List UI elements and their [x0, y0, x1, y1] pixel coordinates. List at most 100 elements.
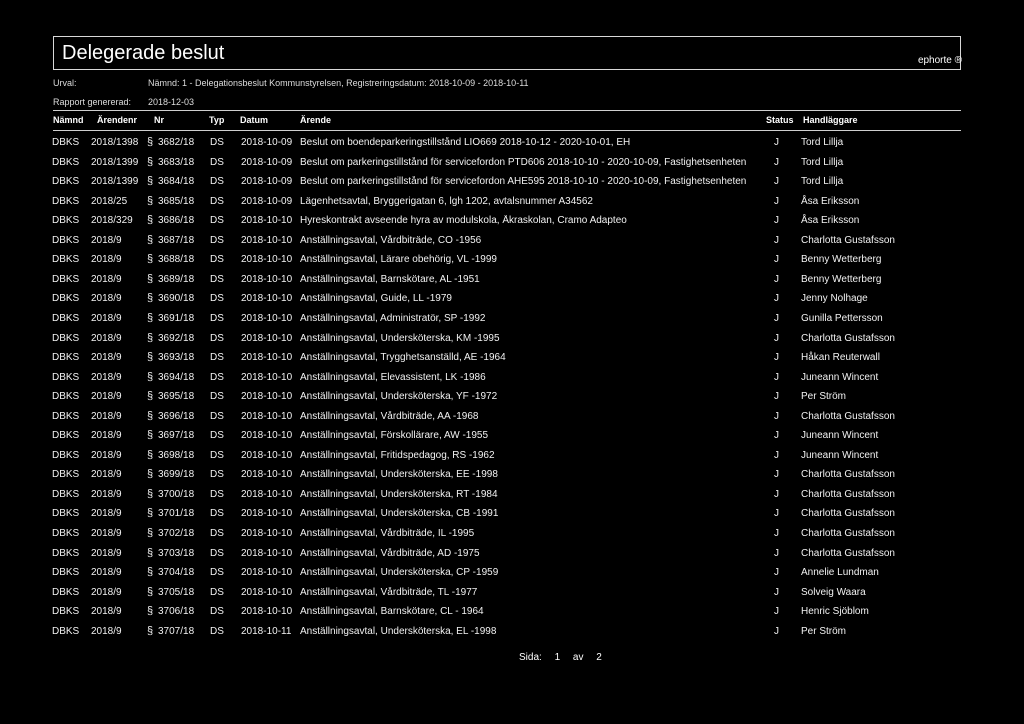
cell-arendenr: 2018/9 [91, 586, 122, 598]
cell-arende: Beslut om parkeringstillstånd för servic… [300, 156, 747, 168]
cell-typ: DS [210, 449, 224, 461]
cell-namnd: DBKS [52, 391, 80, 403]
cell-datum: 2018-10-10 [241, 508, 293, 520]
cell-namnd: DBKS [52, 234, 80, 246]
cell-arende: Anställningsavtal, Undersköterska, YF -1… [300, 391, 498, 403]
cell-handlaggare: Benny Wetterberg [801, 273, 882, 285]
cell-nr: 3685/18 [158, 195, 195, 207]
cell-namnd: DBKS [52, 273, 80, 285]
section-symbol: § [147, 546, 154, 559]
table-row: DBKS 2018/9 § 3707/18 DS 2018-10-11 Anställnin… [0, 625, 1024, 642]
cell-typ: DS [210, 352, 224, 364]
cell-status: J [774, 469, 779, 481]
column-header-arende: Ärende [300, 115, 332, 125]
cell-typ: DS [210, 254, 224, 266]
cell-nr: 3693/18 [158, 352, 195, 364]
cell-handlaggare: Henric Sjöblom [801, 606, 869, 618]
cell-status: J [774, 352, 779, 364]
cell-arende: Anställningsavtal, Vårdbiträde, CO -1956 [300, 234, 482, 246]
cell-nr: 3682/18 [158, 137, 195, 148]
cell-arendenr: 2018/9 [91, 312, 122, 324]
cell-arende: Anställningsavtal, Lärare obehörig, VL -… [300, 254, 497, 266]
cell-typ: DS [210, 547, 224, 559]
cell-typ: DS [210, 195, 224, 207]
cell-status: J [774, 234, 779, 246]
table-row: DBKS 2018/9 § 3689/18 DS 2018-10-10 Anställnin… [0, 272, 1024, 290]
table-row: DBKS 2018/9 § 3694/18 DS 2018-10-10 Anställnin… [0, 371, 1024, 388]
table-row: DBKS 2018/9 § 3696/18 DS 2018-10-10 Anställnin… [0, 410, 1024, 427]
cell-namnd: DBKS [52, 410, 80, 422]
table-row: DBKS 2018/9 § 3701/18 DS 2018-10-10 Anställnin… [0, 507, 1024, 524]
section-symbol: § [147, 272, 154, 285]
cell-handlaggare: Charlotta Gustafsson [801, 410, 895, 422]
cell-arendenr: 2018/1399 [91, 156, 139, 168]
section-symbol: § [147, 136, 154, 148]
table-row: DBKS 2018/9 § 3704/18 DS 2018-10-10 Anställnin… [0, 566, 1024, 583]
cell-arende: Anställningsavtal, Vårdbiträde, AA -1968 [300, 410, 479, 422]
cell-typ: DS [210, 508, 224, 520]
section-symbol: § [147, 331, 154, 344]
cell-nr: 3688/18 [158, 254, 195, 266]
cell-namnd: DBKS [52, 176, 80, 188]
table-row: DBKS 2018/9 § 3700/18 DS 2018-10-10 Anställnin… [0, 488, 1024, 505]
cell-status: J [774, 391, 779, 403]
cell-datum: 2018-10-10 [241, 586, 293, 598]
cell-handlaggare: Charlotta Gustafsson [801, 508, 895, 520]
cell-arendenr: 2018/9 [91, 567, 122, 579]
cell-namnd: DBKS [52, 430, 80, 442]
section-symbol: § [147, 194, 154, 207]
cell-datum: 2018-10-10 [241, 273, 293, 285]
cell-nr: 3706/18 [158, 606, 195, 618]
cell-nr: 3694/18 [158, 371, 195, 383]
table-row: DBKS 2018/1398 § 3682/18 DS 2018-10-09 Beslut … [0, 136, 1024, 153]
cell-arendenr: 2018/1398 [91, 137, 139, 148]
cell-handlaggare: Solveig Waara [801, 586, 866, 598]
cell-datum: 2018-10-10 [241, 371, 293, 383]
cell-datum: 2018-10-09 [241, 176, 293, 188]
cell-nr: 3687/18 [158, 234, 195, 246]
cell-typ: DS [210, 606, 224, 618]
cell-handlaggare: Jenny Nolhage [801, 293, 868, 305]
cell-nr: 3704/18 [158, 567, 195, 579]
section-symbol: § [147, 292, 154, 305]
generated-value: 2018-12-03 [148, 97, 195, 107]
cell-datum: 2018-10-10 [241, 567, 293, 579]
cell-handlaggare: Annelie Lundman [801, 567, 879, 579]
cell-arende: Anställningsavtal, Undersköterska, EE -1… [300, 469, 498, 481]
cell-nr: 3707/18 [158, 625, 195, 637]
header-top-rule [53, 110, 961, 111]
page-of: av [572, 652, 584, 663]
section-symbol: § [147, 448, 154, 461]
cell-nr: 3701/18 [158, 508, 195, 520]
cell-arendenr: 2018/9 [91, 528, 122, 539]
cell-status: J [774, 293, 779, 305]
section-symbol: § [147, 429, 154, 442]
section-symbol: § [147, 351, 154, 364]
cell-status: J [774, 215, 779, 227]
cell-handlaggare: Åsa Eriksson [801, 215, 860, 227]
cell-namnd: DBKS [52, 547, 80, 559]
cell-arendenr: 2018/9 [91, 625, 122, 637]
cell-datum: 2018-10-10 [241, 254, 293, 266]
cell-namnd: DBKS [52, 215, 80, 227]
section-symbol: § [147, 527, 154, 539]
cell-datum: 2018-10-10 [241, 312, 293, 324]
cell-datum: 2018-10-10 [241, 469, 293, 481]
cell-typ: DS [210, 371, 224, 383]
cell-typ: DS [210, 410, 224, 422]
cell-arendenr: 2018/9 [91, 352, 122, 364]
cell-arende: Anställningsavtal, Trygghetsanställd, AE… [300, 352, 506, 364]
cell-namnd: DBKS [52, 625, 80, 637]
table-row: DBKS 2018/1399 § 3683/18 DS 2018-10-09 Beslut … [0, 156, 1024, 173]
header-bottom-rule [53, 130, 961, 131]
column-header-namnd: Nämnd [53, 115, 84, 125]
cell-arende: Anställningsavtal, Undersköterska, EL -1… [300, 625, 497, 637]
cell-handlaggare: Per Ström [801, 625, 847, 637]
page-title: Delegerade beslut [62, 42, 225, 64]
cell-nr: 3705/18 [158, 586, 195, 598]
cell-arende: Anställningsavtal, Vårdbiträde, AD -1975 [300, 547, 480, 559]
cell-datum: 2018-10-10 [241, 293, 293, 305]
cell-handlaggare: Charlotta Gustafsson [801, 469, 895, 481]
page-total: 2 [596, 652, 602, 663]
cell-nr: 3686/18 [158, 215, 195, 227]
